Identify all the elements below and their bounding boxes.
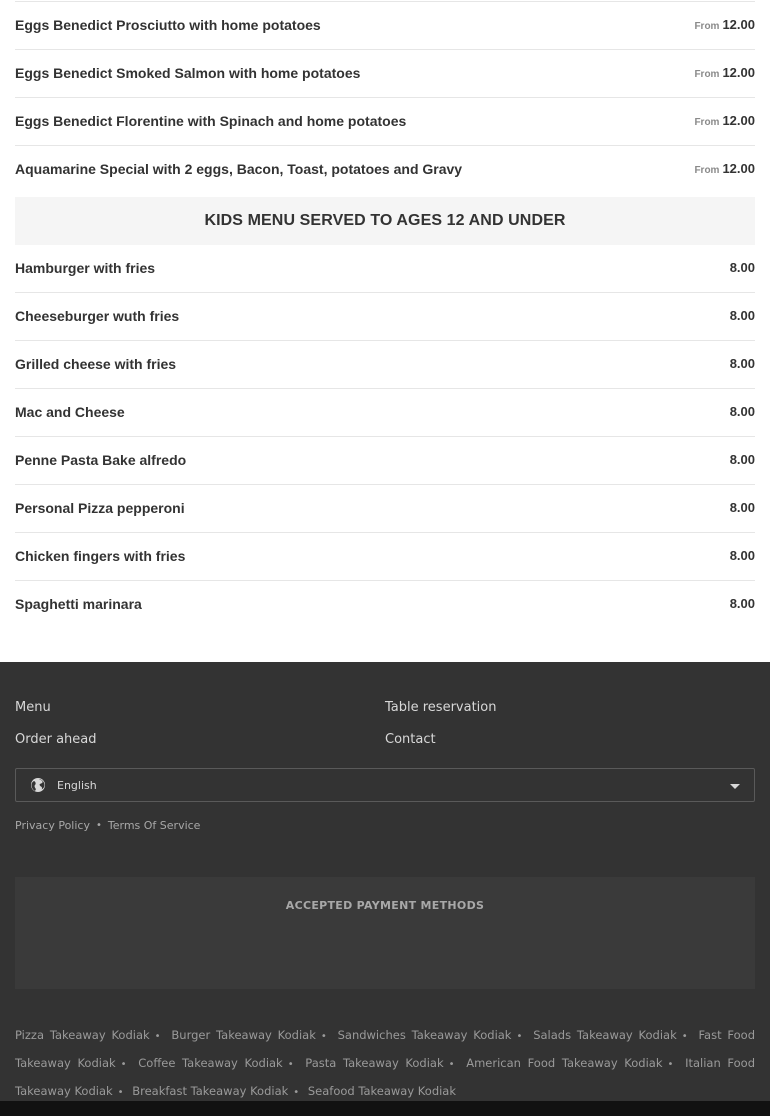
language-label: English xyxy=(57,778,97,792)
menu-item[interactable]: Aquamarine Special with 2 eggs, Bacon, T… xyxy=(15,146,755,194)
menu-item[interactable]: Hamburger with fries 8.00 xyxy=(15,245,755,293)
seo-links: Pizza Takeaway Kodiak • Burger Takeaway K… xyxy=(15,1028,756,1098)
footer-link-contact[interactable]: Contact xyxy=(385,732,755,764)
seo-link[interactable]: Sandwiches Takeaway Kodiak xyxy=(338,1028,512,1042)
seo-link[interactable]: Breakfast Takeaway Kodiak xyxy=(132,1084,288,1098)
seo-link[interactable]: Burger Takeaway Kodiak xyxy=(171,1028,315,1042)
seo-link[interactable]: American Food Takeaway Kodiak xyxy=(466,1056,662,1070)
payment-methods-title: ACCEPTED PAYMENT METHODS xyxy=(285,899,485,912)
item-price: 8.00 xyxy=(729,404,755,419)
menu-item[interactable]: Mac and Cheese 8.00 xyxy=(15,389,755,437)
footer: Menu Table reservation Order ahead Conta… xyxy=(0,662,770,1101)
menu-section: Eggs Benedict Prosciutto with home potat… xyxy=(0,1,770,629)
item-name: Eggs Benedict Florentine with Spinach an… xyxy=(15,113,407,129)
globe-icon xyxy=(31,778,45,792)
menu-item[interactable]: Eggs Benedict Smoked Salmon with home po… xyxy=(15,50,755,98)
menu-item[interactable]: Eggs Benedict Florentine with Spinach an… xyxy=(15,98,755,146)
item-name: Aquamarine Special with 2 eggs, Bacon, T… xyxy=(15,161,463,177)
item-name: Grilled cheese with fries xyxy=(15,356,177,372)
item-price: 8.00 xyxy=(729,500,755,515)
menu-item[interactable]: Penne Pasta Bake alfredo 8.00 xyxy=(15,437,755,485)
item-price: From 12.00 xyxy=(694,113,755,128)
payment-methods-box: ACCEPTED PAYMENT METHODS xyxy=(15,877,755,989)
seo-link[interactable]: Pasta Takeaway Kodiak xyxy=(305,1056,443,1070)
item-price: 8.00 xyxy=(729,452,755,467)
menu-item[interactable]: Grilled cheese with fries 8.00 xyxy=(15,341,755,389)
menu-item[interactable]: Personal Pizza pepperoni 8.00 xyxy=(15,485,755,533)
item-price: 8.00 xyxy=(729,260,755,275)
item-name: Chicken fingers with fries xyxy=(15,548,186,564)
seo-link[interactable]: Coffee Takeaway Kodiak xyxy=(138,1056,282,1070)
seo-link[interactable]: Seafood Takeaway Kodiak xyxy=(308,1084,456,1098)
item-price: 8.00 xyxy=(729,356,755,371)
item-name: Penne Pasta Bake alfredo xyxy=(15,452,187,468)
footer-link-order-ahead[interactable]: Order ahead xyxy=(15,732,385,764)
item-name: Cheeseburger wuth fries xyxy=(15,308,180,324)
item-price: 8.00 xyxy=(729,548,755,563)
item-price: From 12.00 xyxy=(694,65,755,80)
seo-link[interactable]: Pizza Takeaway Kodiak xyxy=(15,1028,150,1042)
terms-of-service-link[interactable]: Terms Of Service xyxy=(108,819,201,832)
menu-item[interactable]: Cheeseburger wuth fries 8.00 xyxy=(15,293,755,341)
item-price: From 12.00 xyxy=(694,17,755,32)
seo-link[interactable]: Salads Takeaway Kodiak xyxy=(533,1028,677,1042)
item-price: 8.00 xyxy=(729,596,755,611)
legal-links: Privacy Policy • Terms Of Service xyxy=(15,819,755,832)
item-name: Personal Pizza pepperoni xyxy=(15,500,185,516)
category-header[interactable]: KIDS MENU SERVED TO AGES 12 AND UNDER xyxy=(15,197,755,245)
menu-item[interactable]: Spaghetti marinara 8.00 xyxy=(15,581,755,629)
item-name: Hamburger with fries xyxy=(15,260,156,276)
language-select[interactable]: English xyxy=(15,768,755,802)
item-name: Mac and Cheese xyxy=(15,404,125,420)
footer-link-menu[interactable]: Menu xyxy=(15,700,385,732)
privacy-policy-link[interactable]: Privacy Policy xyxy=(15,819,90,832)
separator: • xyxy=(95,820,102,831)
item-name: Eggs Benedict Prosciutto with home potat… xyxy=(15,17,321,33)
chevron-down-icon xyxy=(730,784,740,789)
menu-item[interactable]: Eggs Benedict Prosciutto with home potat… xyxy=(15,1,755,50)
item-price: From 12.00 xyxy=(694,161,755,176)
item-price: 8.00 xyxy=(729,308,755,323)
bottom-bar xyxy=(0,1101,770,1116)
footer-nav: Menu Table reservation Order ahead Conta… xyxy=(15,662,755,764)
item-name: Spaghetti marinara xyxy=(15,596,142,612)
footer-link-table-reservation[interactable]: Table reservation xyxy=(385,700,755,732)
item-name: Eggs Benedict Smoked Salmon with home po… xyxy=(15,65,361,81)
menu-item[interactable]: Chicken fingers with fries 8.00 xyxy=(15,533,755,581)
